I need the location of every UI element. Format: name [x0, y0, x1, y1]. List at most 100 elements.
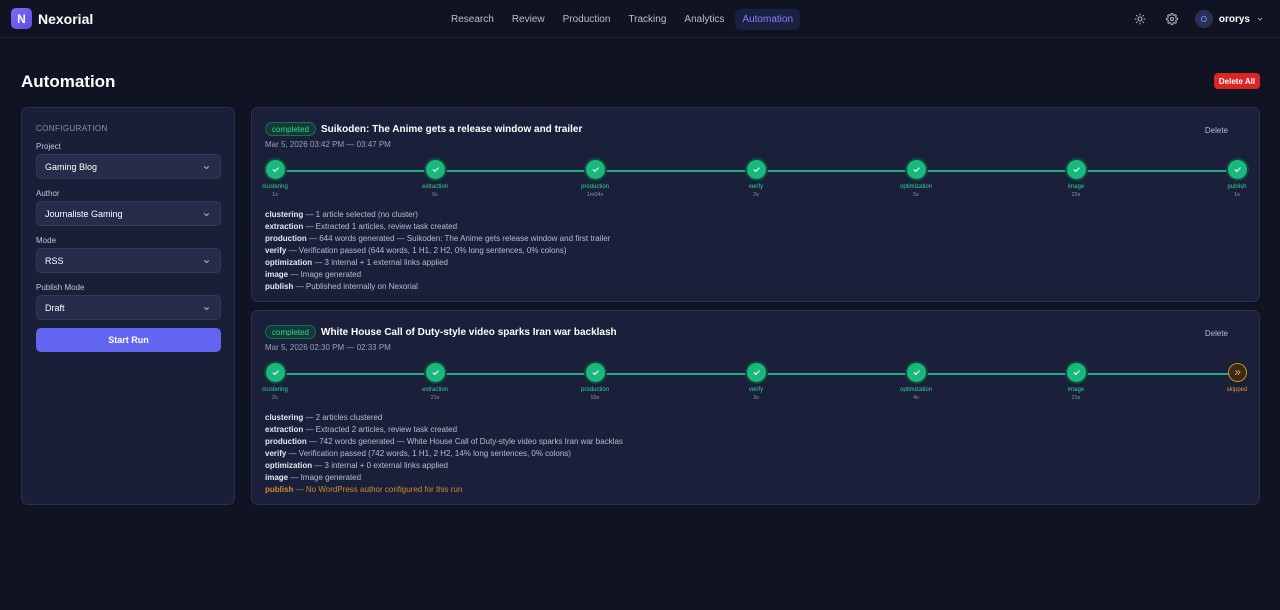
- publish-mode-select[interactable]: Draft: [36, 295, 221, 320]
- pipeline-step-clustering[interactable]: clustering 2s: [245, 363, 305, 401]
- check-icon: [585, 160, 605, 179]
- check-icon: [906, 363, 926, 382]
- check-icon: [1066, 363, 1086, 382]
- pipeline-step-optimization[interactable]: optimization 4s: [886, 363, 946, 401]
- log-line: verify — Verification passed (742 words,…: [265, 449, 571, 458]
- publish-mode-label: Publish Mode: [36, 283, 85, 292]
- run-delete-button[interactable]: Delete: [1205, 329, 1228, 338]
- run-time: Mar 5, 2026 02:30 PM — 02:33 PM: [265, 343, 391, 352]
- top-right-controls: O ororys: [1131, 10, 1264, 28]
- chevron-down-icon: [1257, 17, 1263, 21]
- check-icon: [1227, 160, 1247, 179]
- step-duration: 59s: [590, 395, 600, 401]
- log-line: image — Image generated: [265, 270, 362, 279]
- page-title: Automation: [21, 72, 116, 91]
- pipeline: clustering 2s extraction 21s production …: [252, 363, 1261, 405]
- status-badge: completed: [265, 325, 316, 339]
- skip-forward-icon: [1227, 363, 1247, 382]
- log-line-warning: publish — No WordPress author configured…: [265, 485, 463, 494]
- author-label: Author: [36, 189, 60, 198]
- step-name: verify: [748, 387, 764, 393]
- step-name: clustering: [262, 184, 288, 190]
- step-name: optimization: [899, 184, 932, 190]
- check-icon: [746, 363, 766, 382]
- step-duration: 4s: [913, 395, 919, 401]
- pipeline-step-extraction[interactable]: extraction 21s: [405, 363, 465, 401]
- run-log: clustering — 1 article selected (no clus…: [265, 209, 610, 293]
- avatar: O: [1194, 10, 1213, 28]
- author-value: Journaliste Gaming: [45, 208, 123, 219]
- step-name: extraction: [421, 387, 448, 393]
- step-name: image: [1067, 184, 1085, 190]
- nav-item-automation[interactable]: Automation: [735, 9, 801, 30]
- chevron-down-icon: [203, 166, 210, 170]
- pipeline-step-publish[interactable]: publish 1s: [1207, 160, 1267, 198]
- step-name: skipped: [1226, 387, 1248, 393]
- check-icon: [906, 160, 926, 179]
- step-duration: 22s: [1071, 192, 1081, 198]
- pipeline-step-image[interactable]: image 22s: [1046, 160, 1106, 198]
- step-name: verify: [748, 184, 764, 190]
- run-card: completed White House Call of Duty-style…: [251, 310, 1260, 505]
- mode-select[interactable]: RSS: [36, 248, 221, 273]
- pipeline-step-image[interactable]: image 21s: [1046, 363, 1106, 401]
- log-line: production — 742 words generated — White…: [265, 437, 623, 446]
- run-time: Mar 5, 2026 03:42 PM — 03:47 PM: [265, 140, 391, 149]
- step-duration: 21s: [1071, 395, 1081, 401]
- check-icon: [1066, 160, 1086, 179]
- nav-item-review[interactable]: Review: [505, 9, 552, 30]
- app-name: Nexorial: [38, 10, 94, 27]
- pipeline-step-verify[interactable]: verify 2s: [726, 160, 786, 198]
- step-duration: 2s: [753, 192, 759, 198]
- step-name: image: [1067, 387, 1085, 393]
- pipeline-step-clustering[interactable]: clustering 1s: [245, 160, 305, 198]
- check-icon: [265, 160, 285, 179]
- check-icon: [746, 160, 766, 179]
- sun-icon[interactable]: [1131, 10, 1149, 28]
- log-line: clustering — 1 article selected (no clus…: [265, 210, 418, 219]
- step-duration: 2s: [272, 395, 278, 401]
- nav-item-production[interactable]: Production: [556, 9, 618, 30]
- run-delete-button[interactable]: Delete: [1205, 126, 1228, 135]
- step-duration: 9s: [432, 192, 438, 198]
- run-log: clustering — 2 articles clustered extrac…: [265, 412, 623, 496]
- log-line: extraction — Extracted 2 articles, revie…: [265, 425, 458, 434]
- pipeline-step-verify[interactable]: verify 3s: [726, 363, 786, 401]
- chevron-down-icon: [203, 213, 210, 217]
- log-line: publish — Published internally on Nexori…: [265, 282, 418, 291]
- log-line: optimization — 3 internal + 0 external l…: [265, 461, 448, 470]
- brand[interactable]: N Nexorial: [11, 8, 93, 29]
- author-select[interactable]: Journaliste Gaming: [36, 201, 221, 226]
- step-name: clustering: [262, 387, 288, 393]
- pipeline-step-publish-skipped[interactable]: skipped: [1207, 363, 1267, 395]
- check-icon: [425, 160, 445, 179]
- step-name: extraction: [421, 184, 448, 190]
- nav-item-research[interactable]: Research: [444, 9, 501, 30]
- nav-item-tracking[interactable]: Tracking: [621, 9, 673, 30]
- log-line: verify — Verification passed (644 words,…: [265, 246, 567, 255]
- step-duration: 3s: [753, 395, 759, 401]
- gear-icon[interactable]: [1163, 10, 1181, 28]
- start-run-button[interactable]: Start Run: [36, 328, 221, 352]
- pipeline-step-extraction[interactable]: extraction 9s: [405, 160, 465, 198]
- run-title: White House Call of Duty-style video spa…: [321, 327, 617, 338]
- step-name: production: [580, 184, 610, 190]
- check-icon: [265, 363, 285, 382]
- nav-item-analytics[interactable]: Analytics: [677, 9, 731, 30]
- log-line: production — 644 words generated — Suiko…: [265, 234, 611, 243]
- project-select[interactable]: Gaming Blog: [36, 154, 221, 179]
- step-duration: 5s: [913, 192, 919, 198]
- mode-label: Mode: [36, 236, 57, 245]
- step-name: production: [580, 387, 610, 393]
- pipeline: clustering 1s extraction 9s production 1…: [252, 160, 1261, 202]
- configuration-panel: CONFIGURATION Project Gaming Blog Author…: [21, 107, 235, 505]
- pipeline-step-optimization[interactable]: optimization 5s: [886, 160, 946, 198]
- chevron-down-icon: [203, 307, 210, 311]
- pipeline-step-production[interactable]: production 59s: [565, 363, 625, 401]
- log-line: optimization — 3 internal + 1 external l…: [265, 258, 448, 267]
- log-line: clustering — 2 articles clustered: [265, 413, 383, 422]
- user-menu[interactable]: O ororys: [1194, 10, 1264, 28]
- delete-all-button[interactable]: Delete All: [1214, 73, 1260, 89]
- pipeline-step-production[interactable]: production 1m04s: [565, 160, 625, 198]
- mode-value: RSS: [45, 255, 64, 266]
